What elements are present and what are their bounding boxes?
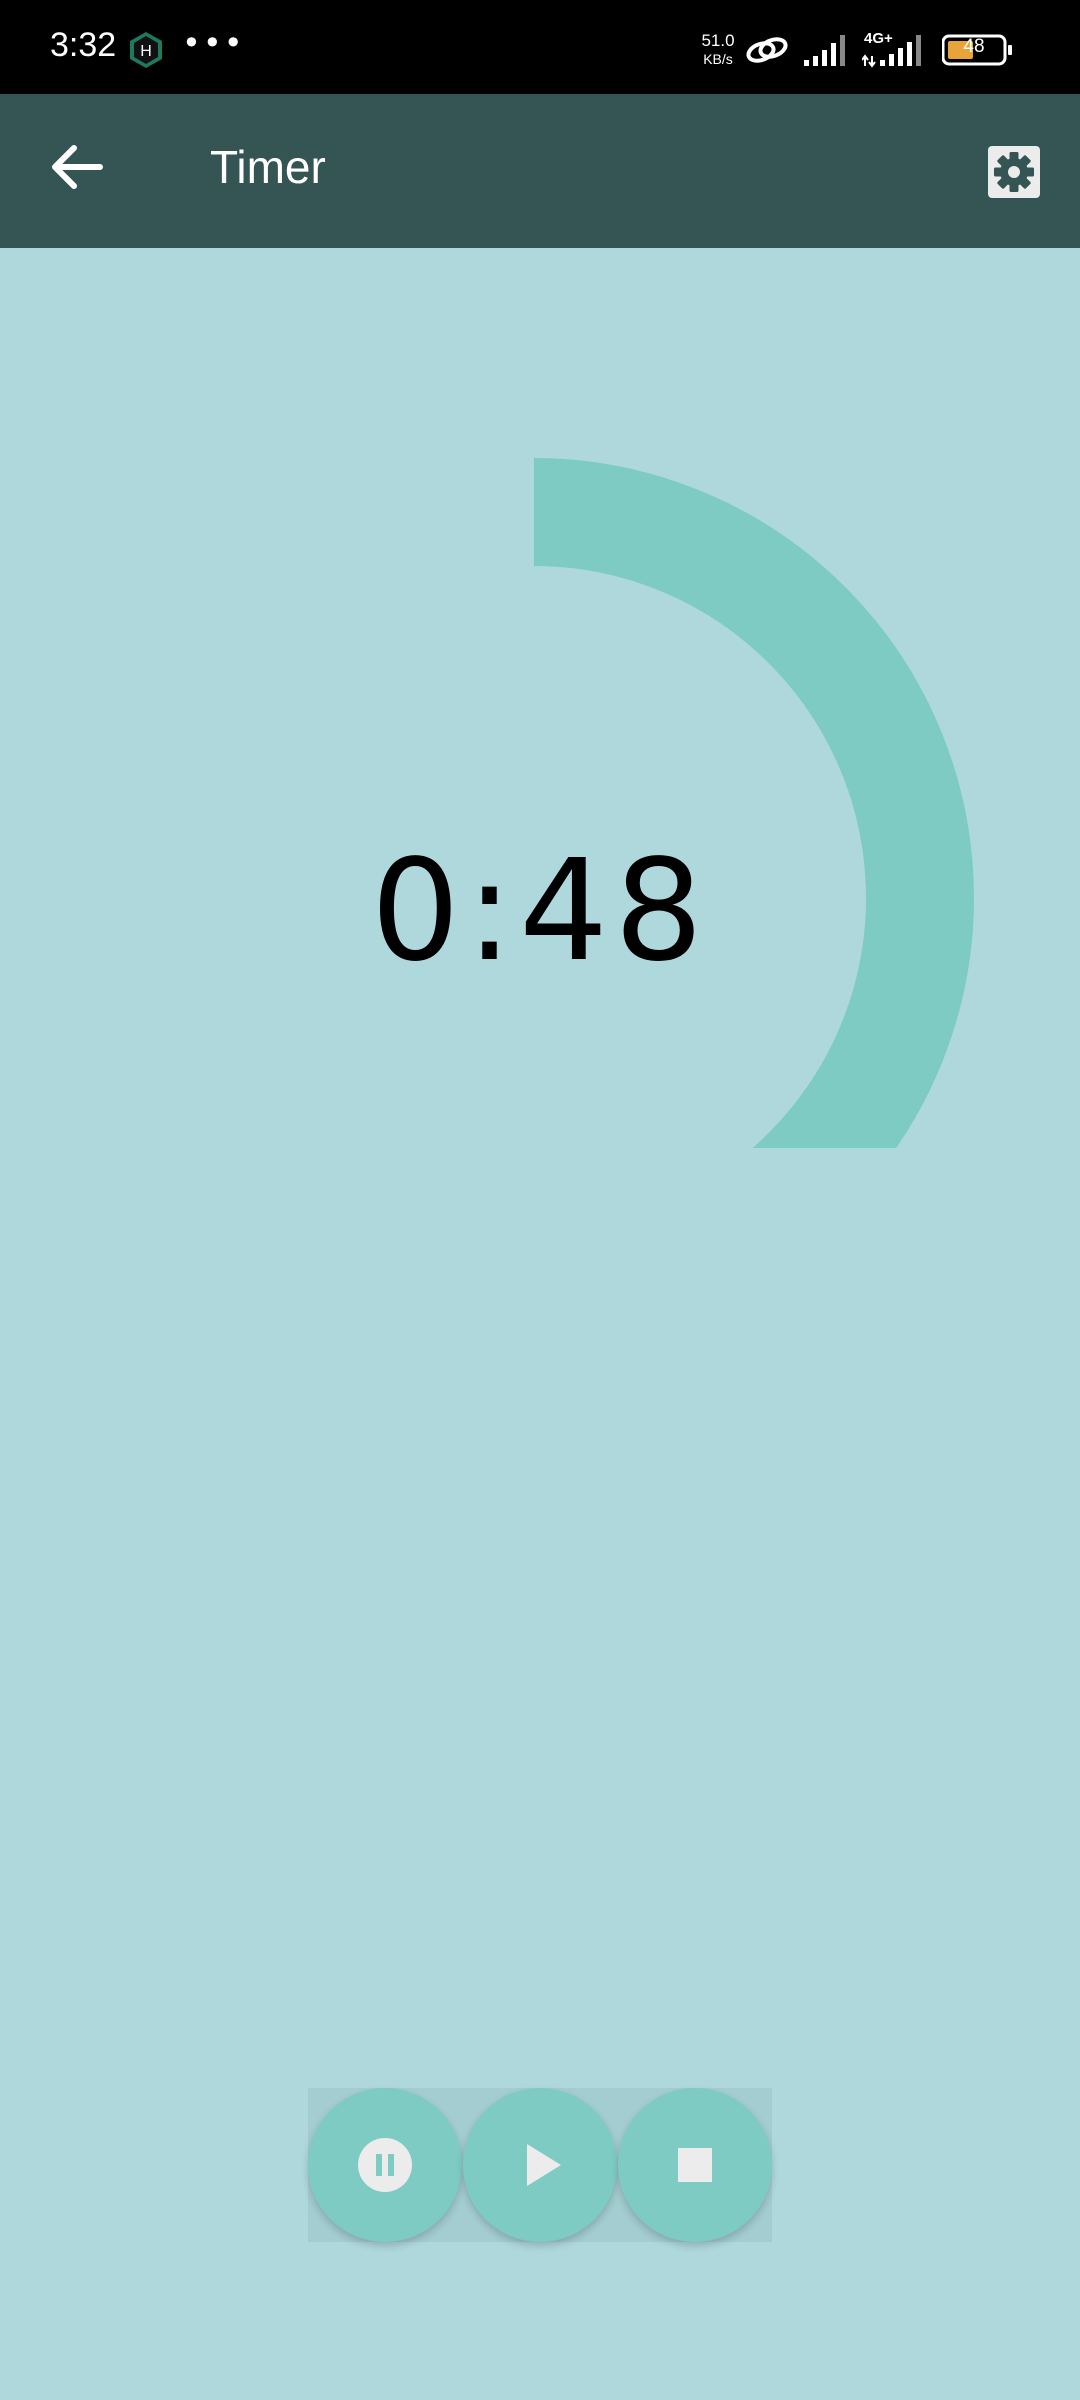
more-dots-icon: ••• xyxy=(182,24,245,62)
play-icon xyxy=(527,2144,561,2186)
back-button[interactable] xyxy=(40,130,114,204)
stop-button[interactable] xyxy=(618,2088,772,2242)
net-speed-value: 51.0 xyxy=(701,31,735,50)
signal-icon xyxy=(804,35,845,66)
arrow-left-icon xyxy=(52,145,103,189)
hd-icon: H xyxy=(130,32,162,68)
net-speed: 51.0 KB/s xyxy=(698,32,738,68)
timer-progress-arc xyxy=(533,458,974,1148)
stop-icon xyxy=(678,2148,712,2182)
status-bar: 3:32 H ••• 51.0 KB/s 4G+ 48 xyxy=(0,0,1080,94)
settings-button[interactable] xyxy=(988,146,1040,198)
net-speed-unit: KB/s xyxy=(703,51,733,67)
pause-icon xyxy=(358,2138,412,2192)
pause-button[interactable] xyxy=(308,2088,462,2242)
play-button[interactable] xyxy=(463,2088,617,2242)
gear-icon xyxy=(994,152,1034,192)
svg-text:H: H xyxy=(140,43,152,60)
page-title: Timer xyxy=(210,141,326,193)
signal-4g-icon xyxy=(862,35,921,68)
timer-display: 0:48 xyxy=(370,830,710,993)
link-icon xyxy=(746,37,788,63)
battery-level: 48 xyxy=(963,36,985,57)
status-time: 3:32 xyxy=(50,26,117,64)
app-bar: Timer xyxy=(0,94,1080,248)
